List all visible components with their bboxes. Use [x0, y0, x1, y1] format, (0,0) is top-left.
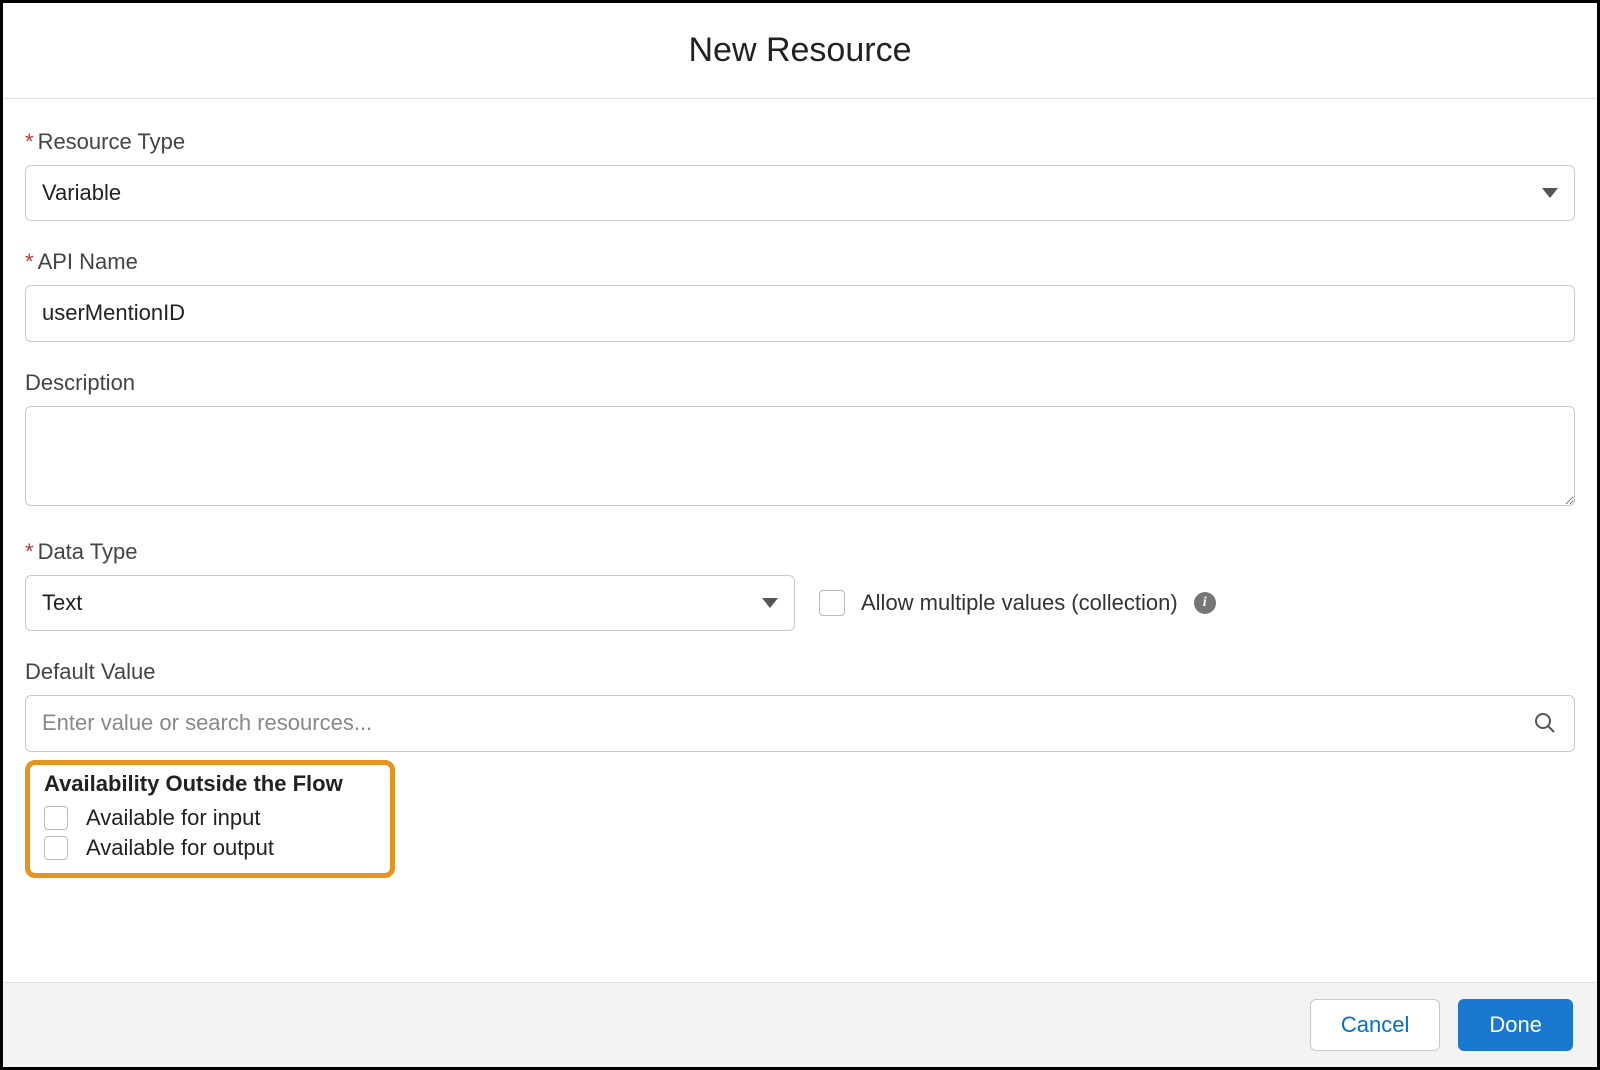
available-for-output-label: Available for output: [86, 835, 274, 861]
description-textarea[interactable]: [25, 406, 1575, 506]
data-type-label: Data Type: [25, 539, 1575, 565]
resource-type-field: Resource Type Variable: [25, 129, 1575, 221]
dialog-header: New Resource: [3, 3, 1597, 99]
api-name-input[interactable]: [25, 285, 1575, 341]
dialog-title: New Resource: [3, 31, 1597, 70]
caret-down-icon: [762, 598, 778, 608]
data-type-select[interactable]: Text: [25, 575, 795, 631]
available-for-input-option[interactable]: Available for input: [44, 805, 376, 831]
dialog-footer: Cancel Done: [3, 982, 1597, 1067]
allow-multiple-label: Allow multiple values (collection): [861, 590, 1178, 616]
data-type-value: Text: [42, 590, 82, 616]
description-field: Description: [25, 370, 1575, 511]
default-value-field: Default Value: [25, 659, 1575, 751]
availability-title: Availability Outside the Flow: [44, 771, 376, 797]
data-type-row: Text Allow multiple values (collection) …: [25, 575, 1575, 631]
available-for-output-checkbox[interactable]: [44, 836, 68, 860]
data-type-field: Data Type Text Allow multiple values (co…: [25, 539, 1575, 631]
available-for-input-label: Available for input: [86, 805, 261, 831]
done-button[interactable]: Done: [1458, 999, 1573, 1051]
resource-type-select[interactable]: Variable: [25, 165, 1575, 221]
default-value-wrap: [25, 695, 1575, 751]
description-label: Description: [25, 370, 1575, 396]
api-name-field: API Name: [25, 249, 1575, 341]
new-resource-dialog: New Resource Resource Type Variable API …: [0, 0, 1600, 1070]
resource-type-label: Resource Type: [25, 129, 1575, 155]
caret-down-icon: [1542, 188, 1558, 198]
info-icon[interactable]: i: [1194, 592, 1216, 614]
default-value-input[interactable]: [25, 695, 1575, 751]
search-icon: [1533, 711, 1557, 735]
available-for-output-option[interactable]: Available for output: [44, 835, 376, 861]
default-value-label: Default Value: [25, 659, 1575, 685]
allow-multiple-checkbox[interactable]: [819, 590, 845, 616]
api-name-label: API Name: [25, 249, 1575, 275]
availability-section: Availability Outside the Flow Available …: [25, 760, 395, 878]
allow-multiple-option[interactable]: Allow multiple values (collection) i: [819, 590, 1216, 616]
resource-type-value: Variable: [42, 180, 121, 206]
dialog-body: Resource Type Variable API Name Descript…: [3, 99, 1597, 982]
available-for-input-checkbox[interactable]: [44, 806, 68, 830]
cancel-button[interactable]: Cancel: [1310, 999, 1440, 1051]
